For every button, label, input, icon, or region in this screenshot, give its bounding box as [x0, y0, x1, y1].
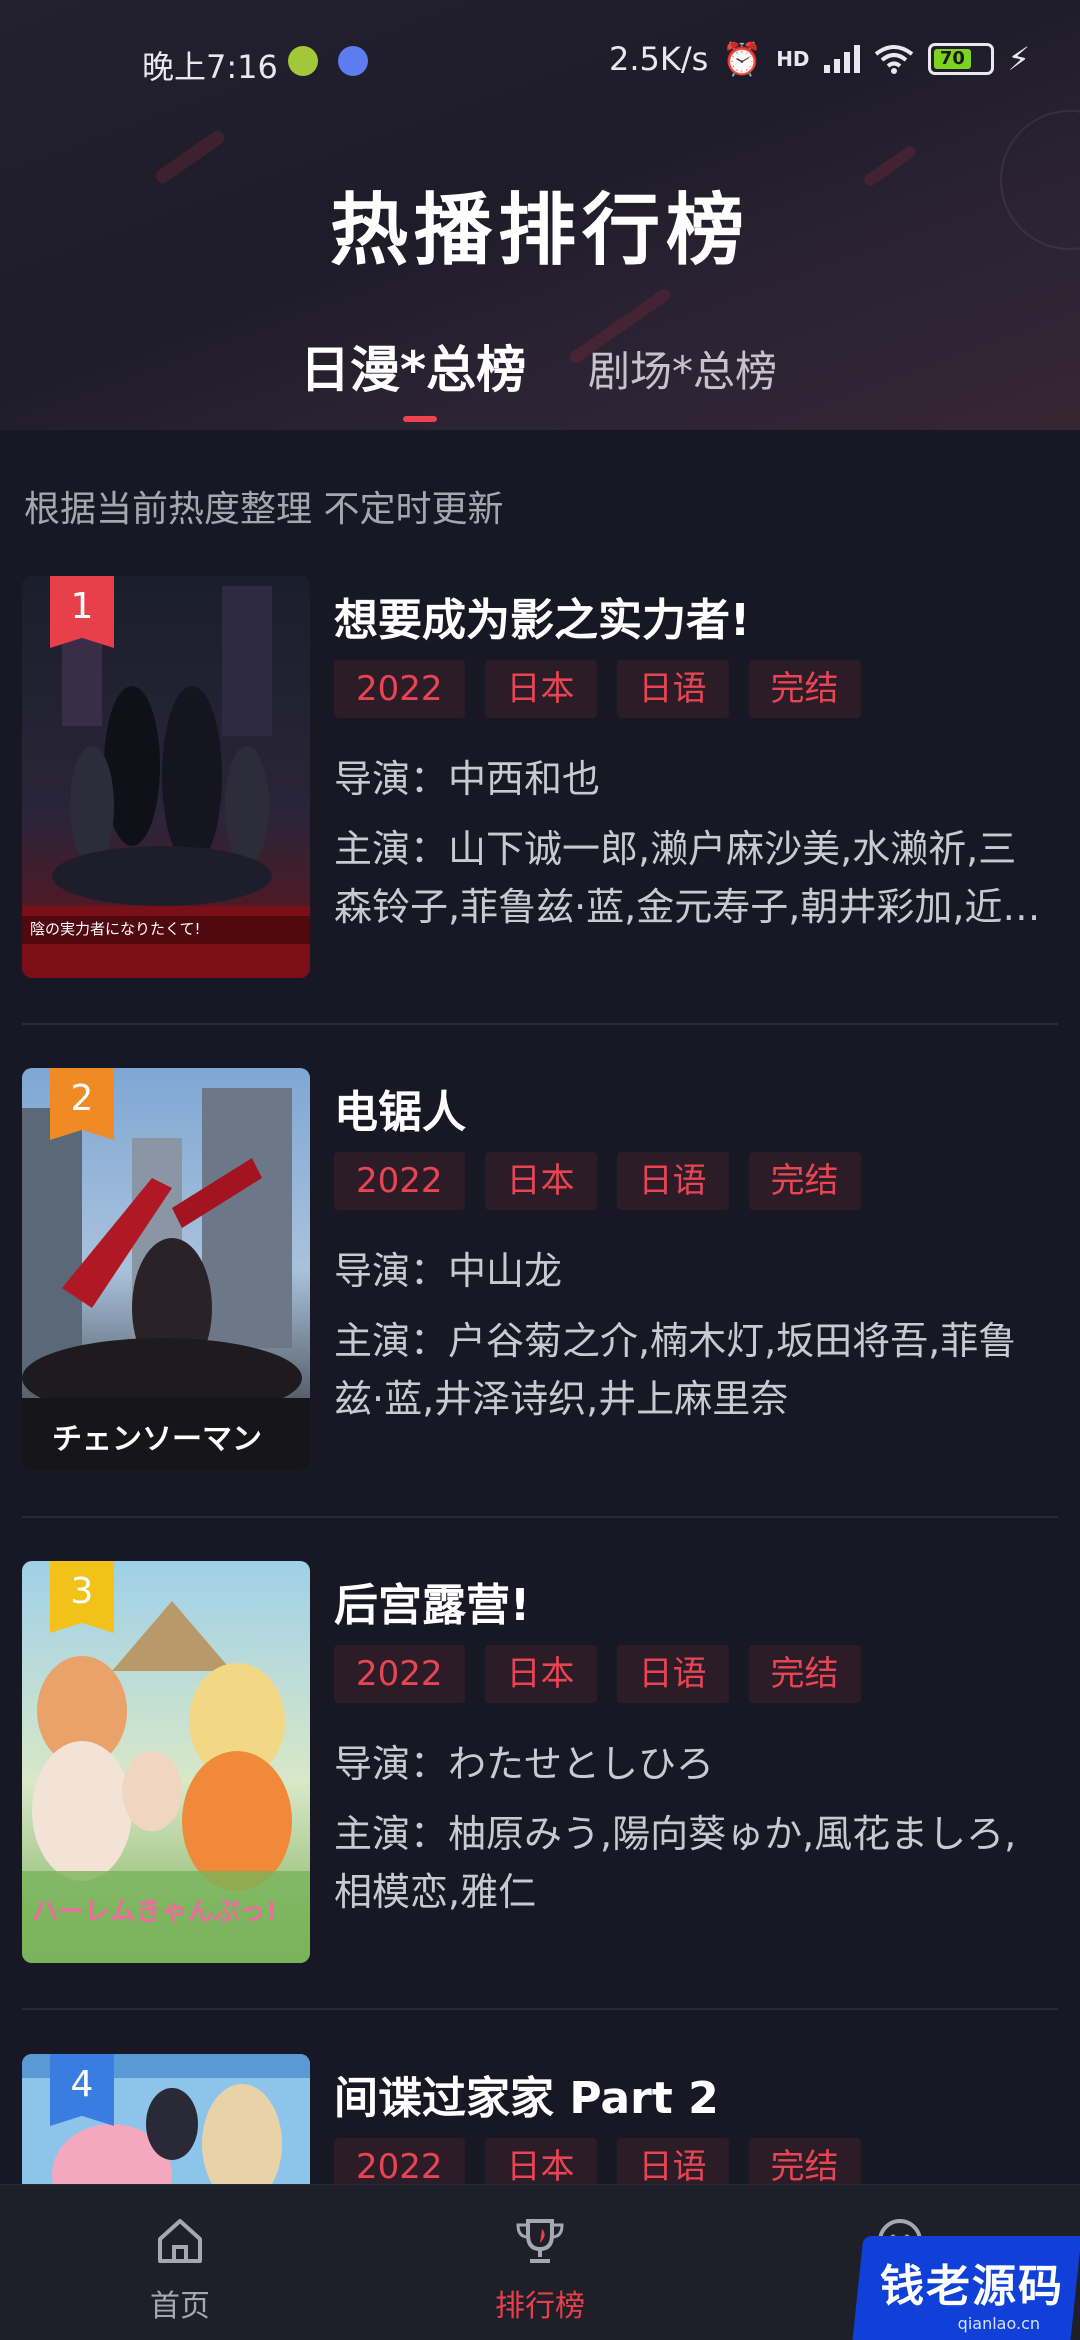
divider [22, 1516, 1058, 1518]
status-bar: 晚上7:16 2.5K/s ⏰ HD 70 ⚡ [0, 30, 1080, 94]
rank-badge: 4 [50, 2054, 114, 2126]
tag-status: 完结 [748, 2138, 861, 2184]
tag-year: 2022 [334, 1645, 465, 1703]
tab-theater-total[interactable]: 剧场*总榜 [588, 338, 777, 399]
watermark-sub: qianlao.cn [957, 2314, 1040, 2333]
cover-title-text: 陰の実力者になりたくて! [30, 920, 201, 938]
status-right: 2.5K/s ⏰ HD 70 ⚡ [609, 40, 1030, 78]
cast-text: 主演：山下诚一郎,濑户麻沙美,水濑祈,三森铃子,菲鲁兹·蓝,金元寿子,朝井彩加,… [334, 827, 1041, 929]
cover-image[interactable]: 4 [22, 2054, 310, 2184]
rank-badge: 3 [50, 1561, 114, 1633]
list-item[interactable]: 陰の実力者になりたくて! 1 想要成为影之实力者! 2022 日本 日语 完结 … [22, 576, 1058, 1070]
divider [22, 2008, 1058, 2010]
tag-region: 日本 [484, 660, 597, 718]
item-title[interactable]: 想要成为影之实力者! [334, 584, 750, 648]
cover-image[interactable]: 陰の実力者になりたくて! 1 [22, 576, 310, 978]
nav-item-home[interactable]: 首页 [60, 2185, 300, 2340]
tag-status: 完结 [748, 1152, 861, 1210]
alarm-icon: ⏰ [722, 40, 763, 78]
cover-title-text: ハーレムきゃんぷっ! [32, 1897, 278, 1927]
item-title[interactable]: 后宫露营! [334, 1569, 530, 1633]
list-item[interactable]: 4 间谍过家家 Part 2 2022 日本 日语 完结 [22, 2054, 1058, 2184]
battery-level: 70 [933, 49, 972, 69]
tag-year: 2022 [334, 1152, 465, 1210]
header: 晚上7:16 2.5K/s ⏰ HD 70 ⚡ 热播排行榜 日漫*总榜 剧场*总… [0, 0, 1080, 430]
network-speed: 2.5K/s [609, 40, 709, 78]
android-icon [288, 46, 318, 76]
tag-status: 完结 [748, 1645, 861, 1703]
tag-language: 日语 [616, 2138, 729, 2184]
divider [22, 1023, 1058, 1025]
item-title[interactable]: 电锯人 [334, 1076, 466, 1140]
battery-icon: 70 [927, 43, 994, 75]
wifi-icon [874, 45, 913, 74]
tag-list: 2022 日本 日语 完结 [334, 1152, 861, 1210]
trophy-icon [516, 2219, 564, 2263]
tag-list: 2022 日本 日语 完结 [334, 660, 861, 718]
tag-language: 日语 [616, 1645, 729, 1703]
charging-icon: ⚡ [1007, 40, 1030, 78]
tab-anime-total[interactable]: 日漫*总榜 [300, 330, 526, 402]
list-item[interactable]: ハーレムきゃんぷっ! 3 后宫露营! 2022 日本 日语 完结 导演：わたせと… [22, 1561, 1058, 2055]
director-text: 导演：中西和也 [334, 757, 601, 801]
tag-list: 2022 日本 日语 完结 [334, 1645, 861, 1703]
media-icon [338, 46, 368, 76]
hd-signal-icon: HD [776, 47, 810, 71]
rank-badge: 1 [50, 576, 114, 648]
cover-image[interactable]: チェンソーマン 2 [22, 1068, 310, 1470]
page-title: 热播排行榜 [329, 186, 750, 276]
cast-text: 主演：户谷菊之介,楠木灯,坂田将吾,菲鲁兹·蓝,井泽诗织,井上麻里奈 [334, 1319, 1017, 1421]
rank-badge: 2 [50, 1068, 114, 1140]
home-icon [158, 2219, 202, 2263]
list-subtitle: 根据当前热度整理 不定时更新 [24, 489, 504, 530]
tag-region: 日本 [484, 1152, 597, 1210]
tab-indicator [403, 416, 437, 422]
nav-label-ranking: 排行榜 [495, 2289, 585, 2324]
nav-item-ranking[interactable]: 排行榜 [420, 2185, 660, 2340]
tag-language: 日语 [616, 1152, 729, 1210]
nav-label-home: 首页 [150, 2289, 210, 2324]
tag-list: 2022 日本 日语 完结 [334, 2138, 861, 2184]
tag-region: 日本 [484, 2138, 597, 2184]
list-item[interactable]: チェンソーマン 2 电锯人 2022 日本 日语 完结 导演：中山龙 主演：户谷… [22, 1068, 1058, 1562]
cover-image[interactable]: ハーレムきゃんぷっ! 3 [22, 1561, 310, 1963]
tag-year: 2022 [334, 2138, 465, 2184]
tag-region: 日本 [484, 1645, 597, 1703]
item-title[interactable]: 间谍过家家 Part 2 [334, 2062, 719, 2126]
signal-icon [823, 45, 860, 73]
status-time: 晚上7:16 [142, 48, 278, 86]
tag-year: 2022 [334, 660, 465, 718]
watermark-text: 钱老源码 [880, 2261, 1064, 2312]
tag-status: 完结 [748, 660, 861, 718]
tag-language: 日语 [616, 660, 729, 718]
cover-title-text: チェンソーマン [52, 1422, 262, 1457]
director-text: 导演：中山龙 [334, 1249, 563, 1293]
director-text: 导演：わたせとしひろ [334, 1742, 715, 1786]
cast-text: 主演：柚原みう,陽向葵ゅか,風花ましろ,相模恋,雅仁 [334, 1812, 1017, 1914]
tab-bar: 日漫*总榜 剧场*总榜 [0, 330, 1080, 422]
